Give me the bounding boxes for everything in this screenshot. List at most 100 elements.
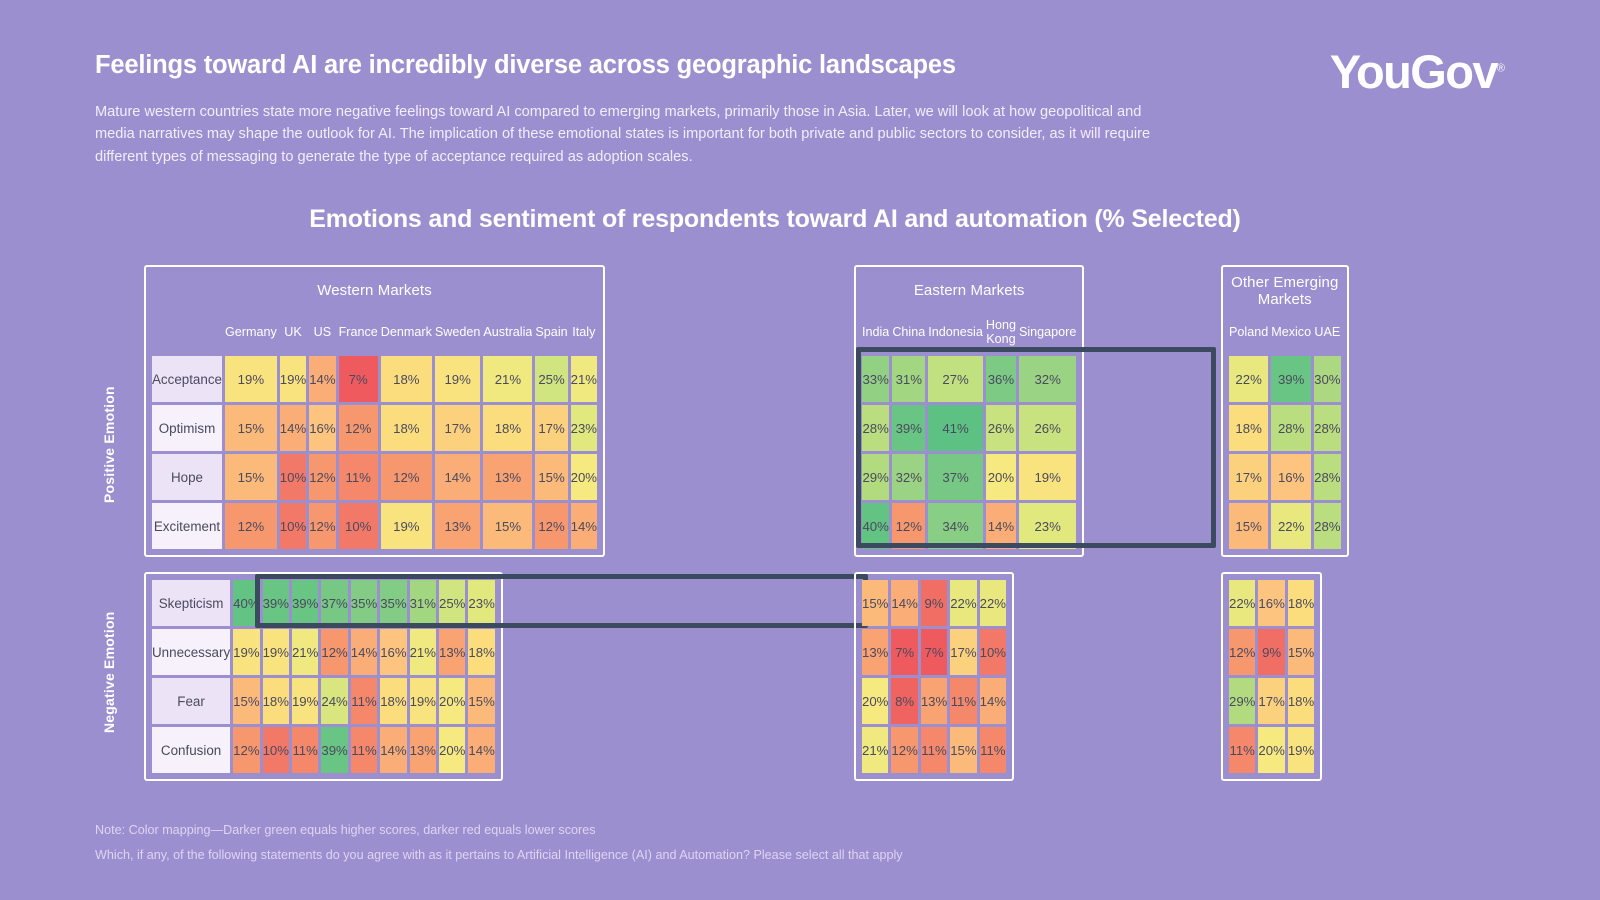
column-header-france[interactable]: France — [338, 311, 378, 353]
heatmap-cell[interactable]: 19% — [1287, 727, 1315, 773]
heatmap-cell[interactable]: 28% — [1314, 503, 1341, 549]
heatmap-cell[interactable]: 39% — [291, 580, 319, 626]
column-header-china[interactable]: China — [892, 311, 926, 353]
heatmap-cell[interactable]: 28% — [1314, 405, 1341, 451]
heatmap-cell[interactable]: 19% — [279, 356, 307, 402]
heatmap-cell[interactable]: 14% — [468, 727, 495, 773]
column-header-spain[interactable]: Spain — [535, 311, 568, 353]
heatmap-cell[interactable]: 12% — [535, 503, 568, 549]
heatmap-cell[interactable]: 19% — [380, 503, 432, 549]
heatmap-cell[interactable]: 15% — [233, 678, 260, 724]
heatmap-cell[interactable]: 19% — [224, 356, 277, 402]
heatmap-cell[interactable]: 39% — [321, 727, 348, 773]
heatmap-cell[interactable]: 15% — [535, 454, 568, 500]
heatmap-cell[interactable]: 11% — [920, 727, 948, 773]
heatmap-cell[interactable]: 11% — [950, 678, 977, 724]
heatmap-cell[interactable]: 13% — [434, 503, 481, 549]
heatmap-cell[interactable]: 27% — [928, 356, 983, 402]
heatmap-cell[interactable]: 14% — [380, 727, 407, 773]
heatmap-cell[interactable]: 15% — [1287, 629, 1315, 675]
heatmap-cell[interactable]: 23% — [570, 405, 598, 451]
heatmap-cell[interactable]: 13% — [920, 678, 948, 724]
heatmap-cell[interactable]: 37% — [928, 454, 983, 500]
heatmap-cell[interactable]: 9% — [920, 580, 948, 626]
heatmap-cell[interactable]: 16% — [1271, 454, 1312, 500]
heatmap-cell[interactable]: 19% — [1018, 454, 1077, 500]
heatmap-cell[interactable]: 7% — [338, 356, 378, 402]
heatmap-cell[interactable]: 31% — [892, 356, 926, 402]
heatmap-cell[interactable]: 39% — [262, 580, 289, 626]
heatmap-cell[interactable]: 29% — [1229, 678, 1256, 724]
heatmap-cell[interactable]: 22% — [1229, 580, 1256, 626]
column-header-uae[interactable]: UAE — [1314, 311, 1341, 353]
heatmap-cell[interactable]: 10% — [979, 629, 1007, 675]
heatmap-cell[interactable]: 12% — [380, 454, 432, 500]
heatmap-cell[interactable]: 39% — [892, 405, 926, 451]
heatmap-cell[interactable]: 34% — [928, 503, 983, 549]
heatmap-cell[interactable]: 32% — [1018, 356, 1077, 402]
heatmap-cell[interactable]: 22% — [950, 580, 977, 626]
heatmap-cell[interactable]: 10% — [262, 727, 289, 773]
heatmap-cell[interactable]: 28% — [862, 405, 890, 451]
heatmap-cell[interactable]: 19% — [291, 678, 319, 724]
heatmap-cell[interactable]: 19% — [262, 629, 289, 675]
heatmap-cell[interactable]: 24% — [321, 678, 348, 724]
heatmap-cell[interactable]: 32% — [892, 454, 926, 500]
heatmap-cell[interactable]: 14% — [979, 678, 1007, 724]
heatmap-cell[interactable]: 23% — [468, 580, 495, 626]
heatmap-cell[interactable]: 12% — [309, 503, 336, 549]
heatmap-cell[interactable]: 12% — [233, 727, 260, 773]
heatmap-cell[interactable]: 35% — [350, 580, 378, 626]
column-header-us[interactable]: US — [309, 311, 336, 353]
heatmap-cell[interactable]: 20% — [439, 678, 466, 724]
heatmap-cell[interactable]: 14% — [309, 356, 336, 402]
heatmap-cell[interactable]: 12% — [321, 629, 348, 675]
heatmap-cell[interactable]: 30% — [1314, 356, 1341, 402]
column-header-italy[interactable]: Italy — [570, 311, 598, 353]
heatmap-cell[interactable]: 11% — [979, 727, 1007, 773]
heatmap-cell[interactable]: 12% — [891, 727, 918, 773]
heatmap-cell[interactable]: 20% — [1258, 727, 1285, 773]
heatmap-cell[interactable]: 16% — [380, 629, 407, 675]
column-header-germany[interactable]: Germany — [224, 311, 277, 353]
heatmap-cell[interactable]: 37% — [321, 580, 348, 626]
heatmap-cell[interactable]: 14% — [570, 503, 598, 549]
column-header-sweden[interactable]: Sweden — [434, 311, 481, 353]
heatmap-cell[interactable]: 14% — [434, 454, 481, 500]
heatmap-cell[interactable]: 12% — [224, 503, 277, 549]
heatmap-cell[interactable]: 18% — [262, 678, 289, 724]
heatmap-cell[interactable]: 18% — [380, 405, 432, 451]
heatmap-cell[interactable]: 18% — [1287, 678, 1315, 724]
column-header-poland[interactable]: Poland — [1229, 311, 1269, 353]
column-header-indonesia[interactable]: Indonesia — [928, 311, 983, 353]
column-header-hong-kong[interactable]: Hong Kong — [985, 311, 1016, 353]
heatmap-cell[interactable]: 14% — [350, 629, 378, 675]
heatmap-cell[interactable]: 20% — [570, 454, 598, 500]
heatmap-cell[interactable]: 11% — [350, 727, 378, 773]
heatmap-cell[interactable]: 25% — [439, 580, 466, 626]
heatmap-cell[interactable]: 19% — [409, 678, 436, 724]
heatmap-cell[interactable]: 15% — [1229, 503, 1269, 549]
heatmap-cell[interactable]: 15% — [468, 678, 495, 724]
heatmap-cell[interactable]: 12% — [892, 503, 926, 549]
heatmap-cell[interactable]: 12% — [309, 454, 336, 500]
heatmap-cell[interactable]: 14% — [279, 405, 307, 451]
heatmap-cell[interactable]: 23% — [1018, 503, 1077, 549]
heatmap-cell[interactable]: 25% — [535, 356, 568, 402]
column-header-australia[interactable]: Australia — [483, 311, 533, 353]
heatmap-cell[interactable]: 40% — [233, 580, 260, 626]
heatmap-cell[interactable]: 7% — [920, 629, 948, 675]
heatmap-cell[interactable]: 15% — [224, 405, 277, 451]
heatmap-cell[interactable]: 17% — [535, 405, 568, 451]
heatmap-cell[interactable]: 12% — [1229, 629, 1256, 675]
heatmap-cell[interactable]: 16% — [309, 405, 336, 451]
heatmap-cell[interactable]: 10% — [279, 454, 307, 500]
heatmap-cell[interactable]: 39% — [1271, 356, 1312, 402]
heatmap-cell[interactable]: 31% — [409, 580, 436, 626]
heatmap-cell[interactable]: 15% — [862, 580, 889, 626]
heatmap-cell[interactable]: 17% — [1258, 678, 1285, 724]
heatmap-cell[interactable]: 41% — [928, 405, 983, 451]
heatmap-cell[interactable]: 18% — [483, 405, 533, 451]
heatmap-cell[interactable]: 22% — [979, 580, 1007, 626]
heatmap-cell[interactable]: 26% — [985, 405, 1016, 451]
